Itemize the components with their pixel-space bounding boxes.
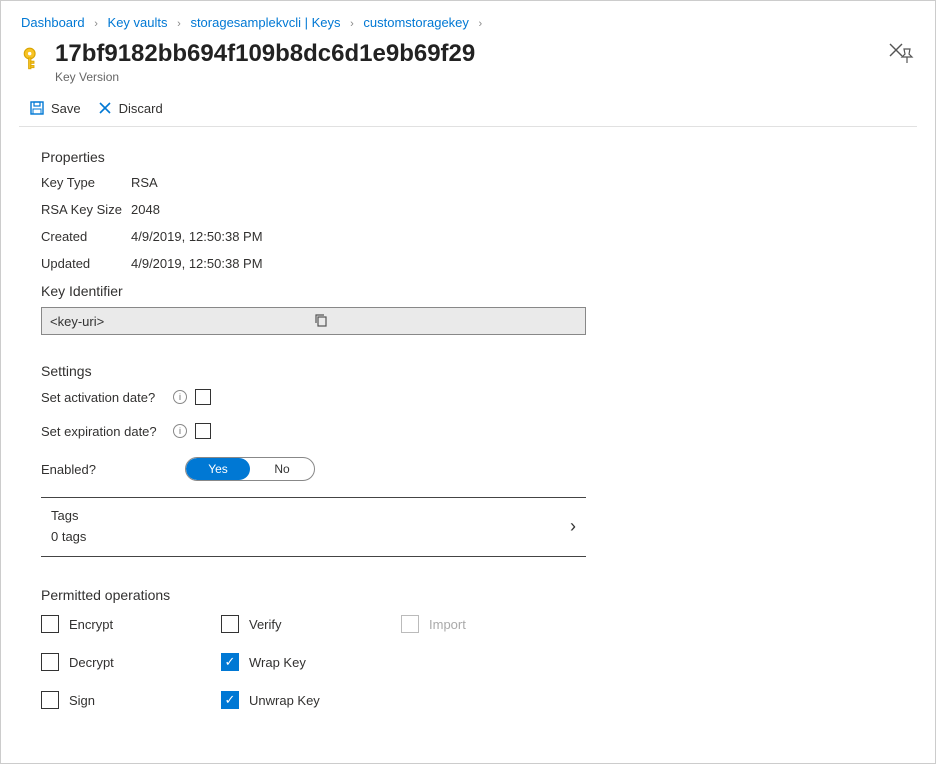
properties-heading: Properties	[41, 149, 895, 165]
chevron-right-icon: ›	[570, 516, 576, 537]
discard-button[interactable]: Discard	[97, 100, 163, 116]
perm-checkbox[interactable]	[41, 615, 59, 633]
save-label: Save	[51, 101, 81, 116]
perm-item-sign[interactable]: Sign	[41, 691, 221, 709]
crumb-keyvaults[interactable]: Key vaults	[108, 15, 168, 30]
discard-label: Discard	[119, 101, 163, 116]
save-button[interactable]: Save	[29, 100, 81, 116]
page-title: 17bf9182bb694f109b8dc6d1e9b69f29	[55, 40, 889, 68]
created-label: Created	[41, 229, 131, 244]
enabled-toggle[interactable]: Yes No	[185, 457, 315, 481]
perm-item-unwrap-key[interactable]: ✓ Unwrap Key	[221, 691, 401, 709]
enabled-yes[interactable]: Yes	[186, 458, 250, 480]
enabled-label: Enabled?	[41, 462, 181, 477]
info-icon[interactable]: i	[173, 424, 187, 438]
perm-checkbox[interactable]	[221, 615, 239, 633]
crumb-keyname[interactable]: customstoragekey	[363, 15, 469, 30]
perm-label: Decrypt	[69, 655, 114, 670]
activation-date-checkbox[interactable]	[195, 389, 211, 405]
perm-checkbox	[401, 615, 419, 633]
key-identifier-label: Key Identifier	[41, 283, 895, 299]
key-type-value: RSA	[131, 175, 158, 190]
chevron-right-icon: ›	[479, 18, 483, 30]
discard-icon	[97, 100, 113, 116]
perm-label: Wrap Key	[249, 655, 306, 670]
key-size-label: RSA Key Size	[41, 202, 131, 217]
breadcrumb: Dashboard › Key vaults › storagesamplekv…	[1, 1, 935, 30]
close-icon[interactable]	[889, 43, 903, 62]
key-identifier-field[interactable]: <key-uri>	[41, 307, 586, 335]
tags-count: 0 tags	[51, 529, 570, 544]
activation-date-label: Set activation date?	[41, 390, 173, 405]
key-type-label: Key Type	[41, 175, 131, 190]
created-value: 4/9/2019, 12:50:38 PM	[131, 229, 263, 244]
page-subtitle: Key Version	[55, 70, 889, 84]
perm-label: Sign	[69, 693, 95, 708]
settings-heading: Settings	[41, 363, 895, 379]
tags-card[interactable]: Tags 0 tags ›	[41, 497, 586, 557]
perm-label: Import	[429, 617, 466, 632]
updated-label: Updated	[41, 256, 131, 271]
key-icon	[21, 46, 47, 72]
perm-checkbox[interactable]: ✓	[221, 691, 239, 709]
chevron-right-icon: ›	[350, 18, 354, 30]
key-size-value: 2048	[131, 202, 160, 217]
info-icon[interactable]: i	[173, 390, 187, 404]
chevron-right-icon: ›	[94, 18, 98, 30]
chevron-right-icon: ›	[177, 18, 181, 30]
crumb-vault-keys[interactable]: storagesamplekvcli | Keys	[190, 15, 340, 30]
copy-icon[interactable]	[314, 313, 578, 330]
crumb-dashboard[interactable]: Dashboard	[21, 15, 85, 30]
perm-item-import: Import	[401, 615, 581, 633]
perm-label: Verify	[249, 617, 282, 632]
expiration-date-label: Set expiration date?	[41, 424, 173, 439]
perm-item-wrap-key[interactable]: ✓ Wrap Key	[221, 653, 401, 671]
permitted-ops-heading: Permitted operations	[41, 587, 895, 603]
perm-checkbox[interactable]: ✓	[221, 653, 239, 671]
updated-value: 4/9/2019, 12:50:38 PM	[131, 256, 263, 271]
perm-item-verify[interactable]: Verify	[221, 615, 401, 633]
perm-checkbox[interactable]	[41, 691, 59, 709]
perm-label: Unwrap Key	[249, 693, 320, 708]
perm-item-decrypt[interactable]: Decrypt	[41, 653, 221, 671]
perm-item-encrypt[interactable]: Encrypt	[41, 615, 221, 633]
tags-heading: Tags	[51, 508, 570, 523]
expiration-date-checkbox[interactable]	[195, 423, 211, 439]
perm-label: Encrypt	[69, 617, 113, 632]
enabled-no[interactable]: No	[250, 458, 314, 480]
key-identifier-value: <key-uri>	[50, 314, 314, 329]
perm-checkbox[interactable]	[41, 653, 59, 671]
save-icon	[29, 100, 45, 116]
